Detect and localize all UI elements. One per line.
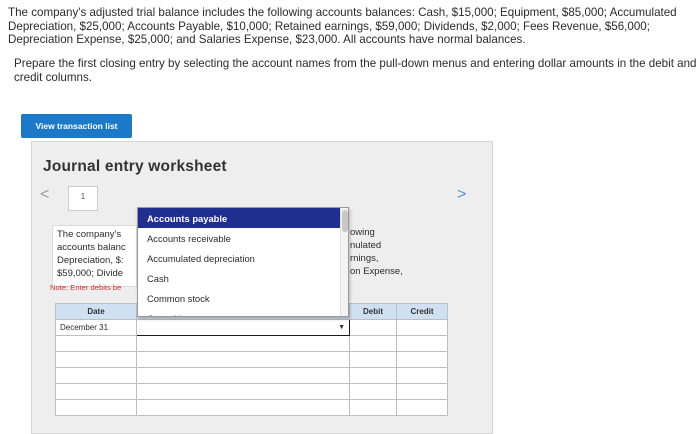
credit-input[interactable] xyxy=(396,351,448,368)
transaction-description-continued: owing nulated rnings, on Expense, xyxy=(350,226,410,278)
date-cell xyxy=(55,399,137,416)
prompt-text: Prepare the first closing entry by selec… xyxy=(14,57,698,84)
date-cell xyxy=(55,351,137,368)
question-text: The company's adjusted trial balance inc… xyxy=(8,6,696,47)
note-text: Note: Enter debits be xyxy=(50,283,122,292)
debit-input[interactable] xyxy=(349,335,397,352)
description-line: rnings, xyxy=(350,253,379,264)
chevron-right-icon[interactable]: > xyxy=(457,186,466,204)
debit-input[interactable] xyxy=(349,399,397,416)
description-line: nulated xyxy=(350,240,382,251)
prompt-line-2: credit columns. xyxy=(14,70,92,84)
debit-input[interactable] xyxy=(349,319,397,336)
table-row: December 31 ▼ xyxy=(55,319,448,336)
option-accounts-receivable[interactable]: Accounts receivable xyxy=(138,228,348,248)
credit-input[interactable] xyxy=(396,335,448,352)
account-select[interactable] xyxy=(136,351,350,368)
prompt-line-1: Prepare the first closing entry by selec… xyxy=(14,57,697,70)
table-row xyxy=(55,383,448,400)
question-line-1: The company's adjusted trial balance inc… xyxy=(8,6,677,19)
table-row xyxy=(55,335,448,352)
view-transaction-list-button[interactable]: View transaction list xyxy=(21,114,132,138)
date-cell xyxy=(55,335,137,352)
option-accounts-payable[interactable]: Accounts payable xyxy=(138,208,348,228)
debit-input[interactable] xyxy=(349,351,397,368)
table-row xyxy=(55,351,448,368)
account-select[interactable] xyxy=(136,383,350,400)
option-cash[interactable]: Cash xyxy=(138,268,348,288)
option-accumulated-depreciation[interactable]: Accumulated depreciation xyxy=(138,248,348,268)
description-line: accounts balanc xyxy=(57,242,126,253)
header-credit: Credit xyxy=(396,303,448,320)
option-common-stock[interactable]: Common stock xyxy=(138,288,348,308)
chevron-left-icon[interactable]: < xyxy=(40,186,49,204)
scrollbar-thumb[interactable] xyxy=(342,210,348,232)
description-line: The company's xyxy=(57,229,122,240)
account-select[interactable] xyxy=(136,399,350,416)
account-select[interactable]: ▼ xyxy=(136,319,350,336)
description-line: $59,000; Divide xyxy=(57,268,124,279)
header-date: Date xyxy=(55,303,137,320)
credit-input[interactable] xyxy=(396,399,448,416)
date-cell xyxy=(55,383,137,400)
debit-input[interactable] xyxy=(349,367,397,384)
dropdown-scrollbar[interactable] xyxy=(340,208,348,316)
description-line: owing xyxy=(350,227,375,238)
transaction-description: The company's accounts balanc Depreciati… xyxy=(52,225,137,287)
worksheet-title: Journal entry worksheet xyxy=(43,158,227,175)
page-number-tab[interactable]: 1 xyxy=(68,186,98,211)
credit-input[interactable] xyxy=(396,367,448,384)
question-line-2: Depreciation, $25,000; Accounts Payable,… xyxy=(8,19,650,33)
account-select[interactable] xyxy=(136,335,350,352)
journal-table: Date General Journal Debit Credit Decemb… xyxy=(55,303,448,416)
table-row xyxy=(55,399,448,416)
description-line: Depreciation, $: xyxy=(57,255,124,266)
header-debit: Debit xyxy=(349,303,397,320)
description-line: on Expense, xyxy=(350,266,403,277)
table-row xyxy=(55,367,448,384)
option-consulting-revenue[interactable]: Consulting revenue xyxy=(138,308,348,317)
account-dropdown-menu[interactable]: Accounts payable Accounts receivable Acc… xyxy=(137,207,349,317)
account-select[interactable] xyxy=(136,367,350,384)
debit-input[interactable] xyxy=(349,383,397,400)
credit-input[interactable] xyxy=(396,319,448,336)
dropdown-options: Accounts payable Accounts receivable Acc… xyxy=(138,208,348,316)
dropdown-arrow-icon[interactable]: ▼ xyxy=(338,324,345,331)
question-line-3: Depreciation Expense, $25,000; and Salar… xyxy=(8,33,526,47)
credit-input[interactable] xyxy=(396,383,448,400)
date-cell xyxy=(55,367,137,384)
date-cell: December 31 xyxy=(55,319,137,336)
